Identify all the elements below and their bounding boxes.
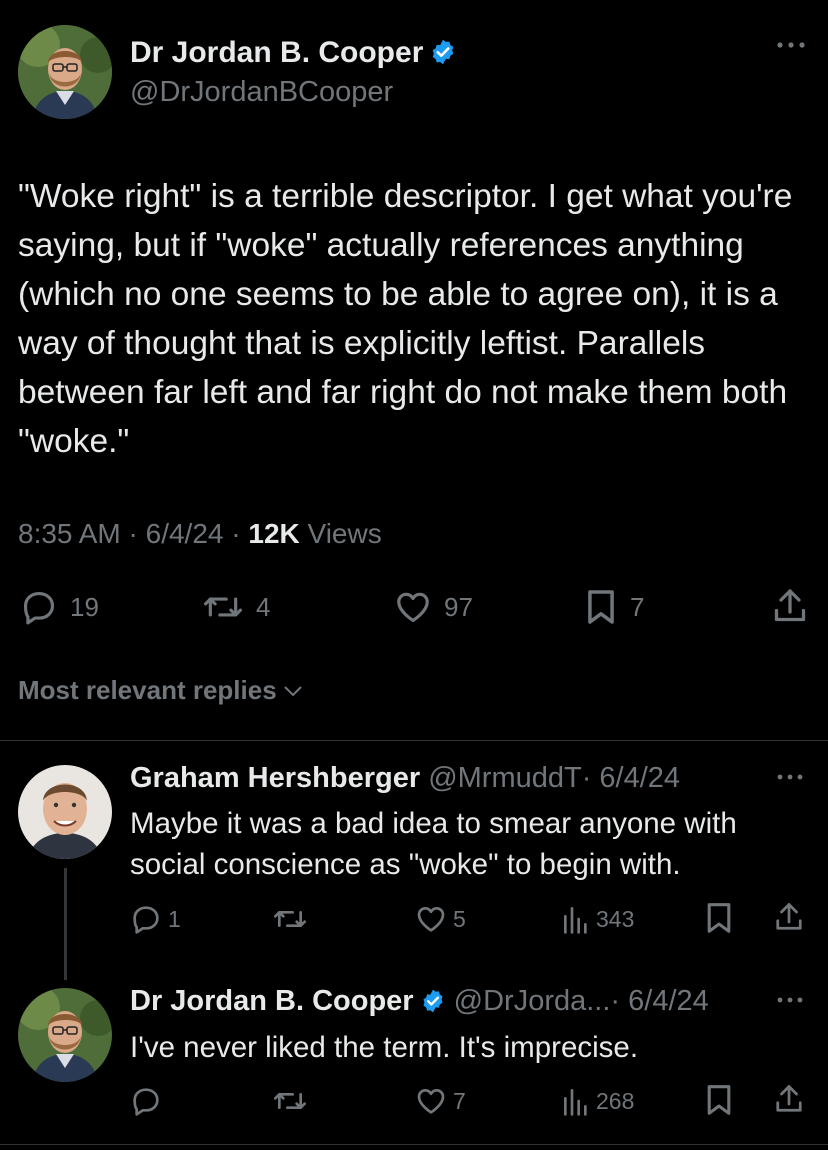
tweet-time[interactable]: 8:35 AM [18,518,121,549]
verified-badge-icon [429,38,457,66]
verified-badge-icon [420,988,446,1014]
analytics-icon [563,1089,587,1116]
tweet-date[interactable]: 6/4/24 [146,518,224,549]
like-button[interactable]: 5 [415,903,466,935]
analytics-icon [563,907,587,934]
bookmark-button[interactable] [705,901,733,935]
heart-icon [417,907,445,932]
reply-author-name[interactable]: Dr Jordan B. Cooper [130,985,414,1017]
reply-icon [133,1088,159,1116]
more-options-icon[interactable] [776,772,804,782]
views-button[interactable]: 268 [562,1085,634,1117]
chevron-down-icon [283,685,302,696]
replies-sort-dropdown[interactable]: Most relevant replies [18,675,305,706]
views-count: 268 [596,1087,635,1114]
reply-header: Dr Jordan B. Cooper @DrJorda...· 6/4/24 [130,985,709,1018]
reply-count: 1 [168,905,181,932]
reply-avatar[interactable] [18,765,112,859]
reply-date[interactable]: · 6/4/24 [582,762,680,794]
heart-icon [417,1089,445,1114]
reply-text: Maybe it was a bad idea to smear anyone … [130,807,737,881]
author-avatar[interactable] [18,25,112,119]
repost-button[interactable]: 4 [202,588,270,626]
like-count: 97 [444,591,473,622]
share-icon [776,1085,802,1112]
reply-date[interactable]: · 6/4/24 [610,985,708,1017]
divider [0,1144,828,1145]
reply-author-handle[interactable]: @MrmuddT [428,762,582,794]
reply-text: I've never liked the term. It's imprecis… [130,1031,639,1064]
bookmark-icon [707,903,731,933]
reply-avatar[interactable] [18,988,112,1082]
views-count: 12K [248,518,300,549]
author-name[interactable]: Dr Jordan B. Cooper [130,36,457,70]
bookmark-icon [707,1085,731,1115]
tweet-meta: 8:35 AM · 6/4/24 · 12K Views [18,518,382,550]
tweet-text: "Woke right" is a terrible descriptor. I… [18,178,793,460]
repost-button[interactable] [272,1085,308,1117]
repost-icon [203,597,242,617]
divider [0,740,828,741]
reply-author-name[interactable]: Graham Hershberger [130,762,420,794]
share-button[interactable] [772,586,808,626]
reply-author-handle[interactable]: @DrJorda... [454,985,611,1017]
reply-button[interactable]: 1 [130,903,181,935]
share-button[interactable] [774,1082,804,1116]
repost-icon [274,1093,306,1109]
repost-count: 4 [256,591,271,622]
thread-connector-line [64,868,67,980]
heart-icon [397,592,429,623]
reply-button[interactable] [130,1085,162,1117]
views-button[interactable]: 343 [562,903,634,935]
bookmark-button[interactable] [705,1083,733,1117]
reply-icon [23,591,55,625]
reply-icon [133,906,159,934]
like-count: 7 [453,1087,466,1114]
replies-sort-label: Most relevant replies [18,675,277,705]
bookmark-button[interactable]: 7 [584,588,644,626]
views-label: Views [307,518,382,549]
share-button[interactable] [774,900,804,934]
meta-separator: · [128,518,138,549]
reply-count: 19 [70,591,99,622]
repost-icon [274,911,306,927]
like-button[interactable]: 7 [415,1085,466,1117]
bookmark-icon [588,590,614,624]
meta-separator: · [231,518,241,549]
share-icon [774,589,806,622]
repost-button[interactable] [272,903,308,935]
like-button[interactable]: 97 [394,588,473,626]
reply-button[interactable]: 19 [20,588,99,626]
author-handle[interactable]: @DrJordanBCooper [130,76,393,109]
more-options-icon[interactable] [776,40,806,50]
views-count: 343 [596,905,635,932]
bookmark-count: 7 [630,591,645,622]
reply-header: Graham Hershberger @MrmuddT· 6/4/24 [130,762,680,795]
more-options-icon[interactable] [776,995,804,1005]
like-count: 5 [453,905,466,932]
share-icon [776,903,802,930]
